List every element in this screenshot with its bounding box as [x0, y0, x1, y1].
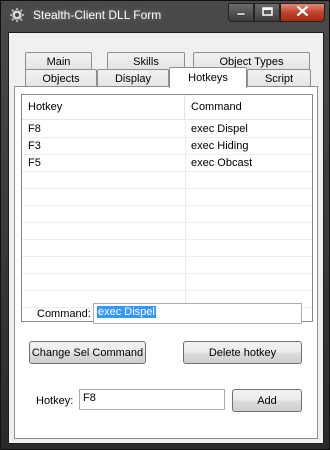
command-cell: exec Obcast	[191, 157, 253, 169]
form-client-area: Main Skills Object Types Objects Display…	[8, 32, 324, 444]
row-gridline	[22, 188, 312, 189]
row-gridline	[22, 205, 312, 206]
hotkey-cell: F5	[28, 157, 41, 169]
gear-icon[interactable]	[9, 7, 25, 23]
maximize-icon	[261, 6, 273, 19]
hotkey-input[interactable]: F8	[79, 389, 225, 410]
hotkey-label: Hotkey:	[36, 395, 74, 407]
command-cell: exec Hiding	[191, 140, 249, 152]
list-header: Hotkey Command	[22, 95, 312, 120]
window-title: Stealth-Client DLL Form	[33, 8, 162, 22]
row-gridline	[22, 290, 312, 291]
tab-display[interactable]: Display	[97, 69, 169, 87]
column-header-hotkey[interactable]: Hotkey	[22, 95, 185, 119]
row-gridline	[22, 154, 312, 155]
row-gridline	[22, 137, 312, 138]
close-icon	[296, 5, 309, 19]
command-input[interactable]: exec Dispel	[93, 303, 302, 324]
row-gridline	[22, 171, 312, 172]
hotkey-cell: F8	[28, 123, 41, 135]
command-cell: exec Dispel	[191, 123, 248, 135]
column-header-command[interactable]: Command	[185, 95, 312, 119]
close-button[interactable]	[280, 3, 325, 22]
change-sel-command-button[interactable]: Change Sel Command	[29, 341, 146, 364]
row-gridline	[22, 273, 312, 274]
hotkey-cell: F3	[28, 140, 41, 152]
maximize-button[interactable]	[254, 3, 280, 22]
minimize-icon	[236, 7, 246, 19]
table-row[interactable]: F5 exec Obcast	[22, 155, 312, 172]
tab-hotkeys[interactable]: Hotkeys	[169, 67, 247, 88]
tab-main[interactable]: Main	[25, 52, 92, 70]
add-button[interactable]: Add	[232, 389, 302, 412]
table-row[interactable]: F8 exec Dispel	[22, 121, 312, 138]
table-row[interactable]: F3 exec Hiding	[22, 138, 312, 155]
hotkeys-list[interactable]: Hotkey Command F8 exec Dispel F3 exec Hi…	[21, 94, 313, 322]
command-label: Command:	[37, 308, 91, 320]
row-gridline	[22, 239, 312, 240]
row-gridline	[22, 222, 312, 223]
row-gridline	[22, 256, 312, 257]
delete-hotkey-button[interactable]: Delete hotkey	[183, 341, 302, 364]
tab-objects[interactable]: Objects	[25, 69, 97, 87]
minimize-button[interactable]	[228, 3, 254, 22]
command-input-value: exec Dispel	[97, 306, 156, 318]
app-window: Stealth-Client DLL Form Main Skills Obje…	[0, 0, 330, 450]
title-bar[interactable]: Stealth-Client DLL Form	[1, 1, 330, 29]
tab-script[interactable]: Script	[247, 69, 311, 87]
